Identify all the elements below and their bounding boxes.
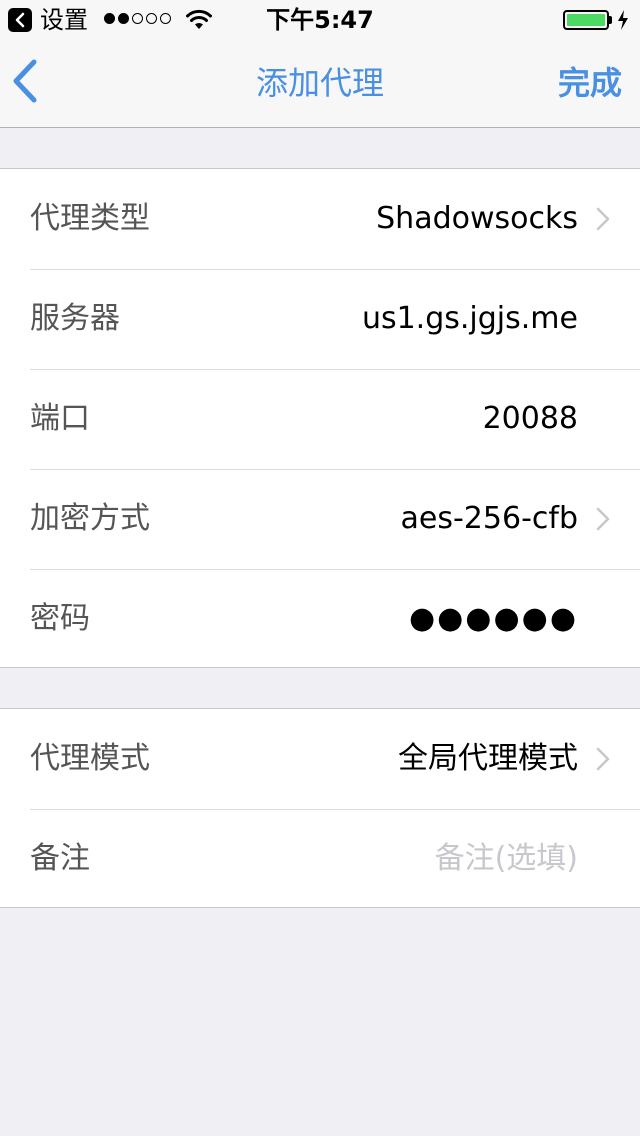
server-label: 服务器 [30,301,120,336]
cipher-value: aes-256-cfb [400,501,578,536]
battery-level [567,14,605,26]
proxy-type-row[interactable]: 代理类型 Shadowsocks [0,169,640,269]
proxy-mode-value: 全局代理模式 [398,741,578,776]
cipher-label: 加密方式 [30,501,150,536]
password-row[interactable]: 密码 ●●●●●● [0,569,640,669]
cipher-row[interactable]: 加密方式 aes-256-cfb [0,469,640,569]
note-field[interactable]: 备注(选填) [435,809,578,908]
navigation-bar: 添加代理 完成 [0,40,640,128]
note-label: 备注 [30,841,90,876]
proxy-type-label: 代理类型 [30,201,150,236]
chevron-left-icon [13,59,37,103]
back-button[interactable] [10,58,54,110]
port-label: 端口 [30,401,90,436]
proxy-options-group: 代理模式 全局代理模式 备注 备注(选填) [0,708,640,908]
status-time: 下午5:47 [266,6,374,34]
page-title: 添加代理 [255,64,384,102]
port-row[interactable]: 端口 20088 [0,369,640,469]
password-field[interactable]: ●●●●●● [409,569,578,668]
proxy-mode-row[interactable]: 代理模式 全局代理模式 [0,709,640,809]
server-row[interactable]: 服务器 us1.gs.jgjs.me [0,269,640,369]
proxy-settings-group: 代理类型 Shadowsocks 服务器 us1.gs.jgjs.me 端口 2… [0,168,640,668]
done-button[interactable]: 完成 [558,40,622,127]
server-field[interactable]: us1.gs.jgjs.me [362,269,578,368]
battery-tip [609,16,612,24]
proxy-mode-label: 代理模式 [30,741,150,776]
charging-bolt-icon [618,10,628,30]
port-field[interactable]: 20088 [483,369,578,468]
battery-icon [563,10,609,30]
chevron-right-icon [596,507,610,531]
password-label: 密码 [30,601,90,636]
note-row[interactable]: 备注 备注(选填) [0,809,640,909]
chevron-right-icon [596,747,610,771]
chevron-right-icon [596,207,610,231]
status-bar: 设置 下午5:47 [0,0,640,40]
proxy-type-value: Shadowsocks [376,201,578,236]
